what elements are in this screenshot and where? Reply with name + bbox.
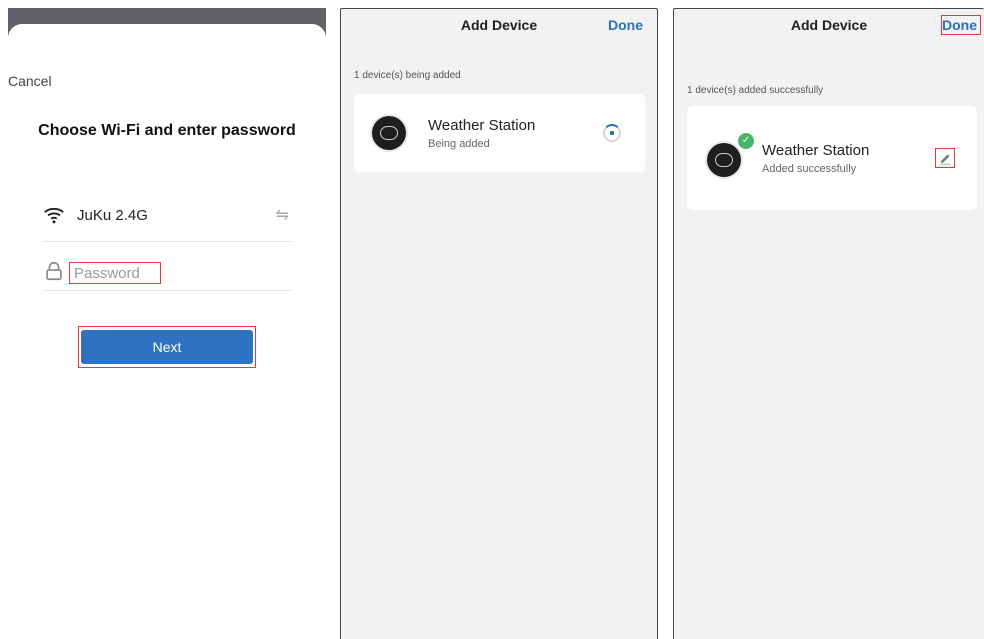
next-button[interactable]: Next — [81, 330, 253, 364]
status-text: 1 device(s) added successfully — [687, 85, 824, 96]
wifi-setup-screen: Cancel Choose Wi-Fi and enter password J… — [8, 8, 326, 639]
lock-icon — [46, 261, 62, 281]
check-icon: ✓ — [738, 133, 754, 149]
wifi-network-name: JuKu 2.4G — [77, 207, 148, 224]
loading-spinner-icon — [603, 124, 621, 142]
wifi-network-row[interactable]: JuKu 2.4G ⇋ — [43, 192, 291, 240]
device-status: Added successfully — [762, 163, 857, 175]
wifi-sheet: Cancel Choose Wi-Fi and enter password J… — [8, 24, 326, 639]
password-field[interactable] — [69, 262, 161, 284]
device-card[interactable]: ✓ Weather Station Added successfully — [687, 106, 977, 210]
header-title: Add Device — [790, 17, 868, 33]
device-added-screen: Add Device Done 1 device(s) added succes… — [673, 8, 984, 639]
adding-device-screen: Add Device Done 1 device(s) being added … — [340, 8, 658, 639]
weather-station-image — [372, 116, 406, 150]
device-name: Weather Station — [762, 142, 870, 159]
weather-station-image — [707, 143, 741, 177]
swap-icon[interactable]: ⇋ — [276, 205, 289, 225]
wifi-icon — [44, 207, 64, 224]
page-title: Choose Wi-Fi and enter password — [38, 122, 296, 139]
device-card[interactable]: Weather Station Being added — [354, 94, 645, 172]
cancel-button[interactable]: Cancel — [8, 73, 52, 89]
device-status: Being added — [428, 138, 490, 150]
next-button-highlight: Next — [78, 326, 256, 368]
spinner-dot — [610, 131, 614, 135]
edit-button[interactable] — [935, 148, 955, 168]
device-screen — [715, 153, 733, 167]
device-screen — [380, 126, 398, 140]
header: Add Device Done — [674, 9, 984, 41]
status-text: 1 device(s) being added — [354, 70, 461, 81]
header: Add Device Done — [341, 9, 657, 41]
edit-icon — [939, 154, 951, 165]
done-button[interactable]: Done — [942, 17, 977, 33]
divider — [43, 241, 291, 242]
divider — [43, 290, 291, 291]
done-button[interactable]: Done — [608, 17, 643, 33]
device-name: Weather Station — [428, 117, 536, 134]
password-row — [43, 248, 291, 296]
